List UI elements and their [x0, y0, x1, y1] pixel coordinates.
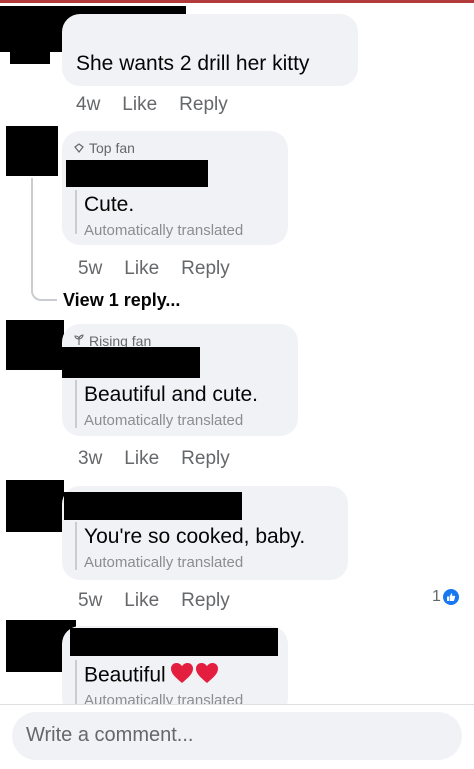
top-edge-strip: [0, 0, 474, 3]
timestamp: 3w: [78, 448, 103, 469]
red-heart-icon: [170, 662, 194, 690]
like-button[interactable]: Like: [124, 590, 159, 612]
redacted-name: [70, 628, 278, 656]
comment-input-placeholder: Write a comment...: [26, 724, 194, 746]
comment-text: Beautiful and cute.: [84, 383, 258, 406]
redacted-avatar: [6, 320, 64, 370]
comment-actions: 5w Like Reply: [78, 590, 230, 612]
badge-label: Top fan: [89, 140, 135, 156]
like-button[interactable]: Like: [124, 448, 159, 470]
redacted-avatar: [10, 46, 50, 64]
like-button[interactable]: Like: [122, 94, 157, 116]
comment-actions: 5w Like Reply: [78, 258, 230, 280]
reply-button[interactable]: Reply: [181, 590, 230, 612]
comment-text: You're so cooked, baby.: [84, 525, 306, 548]
thumbs-up-icon: [442, 589, 459, 605]
comment-text: Beautiful: [84, 662, 219, 690]
thread-connector: [31, 178, 57, 301]
like-button[interactable]: Like: [124, 258, 159, 280]
translation-label: Automatically translated: [84, 554, 244, 571]
comment-actions: 3w Like Reply: [78, 448, 230, 470]
translation-label: Automatically translated: [84, 222, 244, 239]
reaction-summary[interactable]: 1: [432, 588, 459, 606]
view-replies-link[interactable]: View 1 reply...: [63, 290, 180, 311]
translation-quote-bar: [75, 522, 77, 570]
comment-actions: 4w Like Reply: [76, 94, 228, 116]
timestamp: 5w: [78, 258, 103, 279]
timestamp: 4w: [76, 94, 101, 115]
translation-quote-bar: [75, 380, 77, 428]
reply-button[interactable]: Reply: [181, 258, 230, 280]
comment-text-body: Beautiful: [84, 663, 166, 687]
reply-button[interactable]: Reply: [179, 94, 228, 116]
diamond-icon: [74, 140, 84, 156]
red-heart-icon: [195, 662, 219, 690]
redacted-name: [66, 160, 208, 187]
top-fan-badge: Top fan: [74, 140, 135, 156]
reaction-count: 1: [432, 588, 441, 605]
translation-quote-bar: [75, 190, 77, 234]
translation-label: Automatically translated: [84, 412, 244, 429]
timestamp: 5w: [78, 590, 103, 611]
redacted-avatar: [6, 480, 64, 532]
redacted-name: [64, 492, 242, 520]
reply-button[interactable]: Reply: [181, 448, 230, 470]
comment-text: She wants 2 drill her kitty: [76, 52, 310, 75]
translation-quote-bar: [75, 660, 77, 704]
redacted-name: [62, 347, 200, 378]
redacted-avatar: [6, 126, 58, 176]
comment-text: Cute.: [84, 193, 135, 216]
